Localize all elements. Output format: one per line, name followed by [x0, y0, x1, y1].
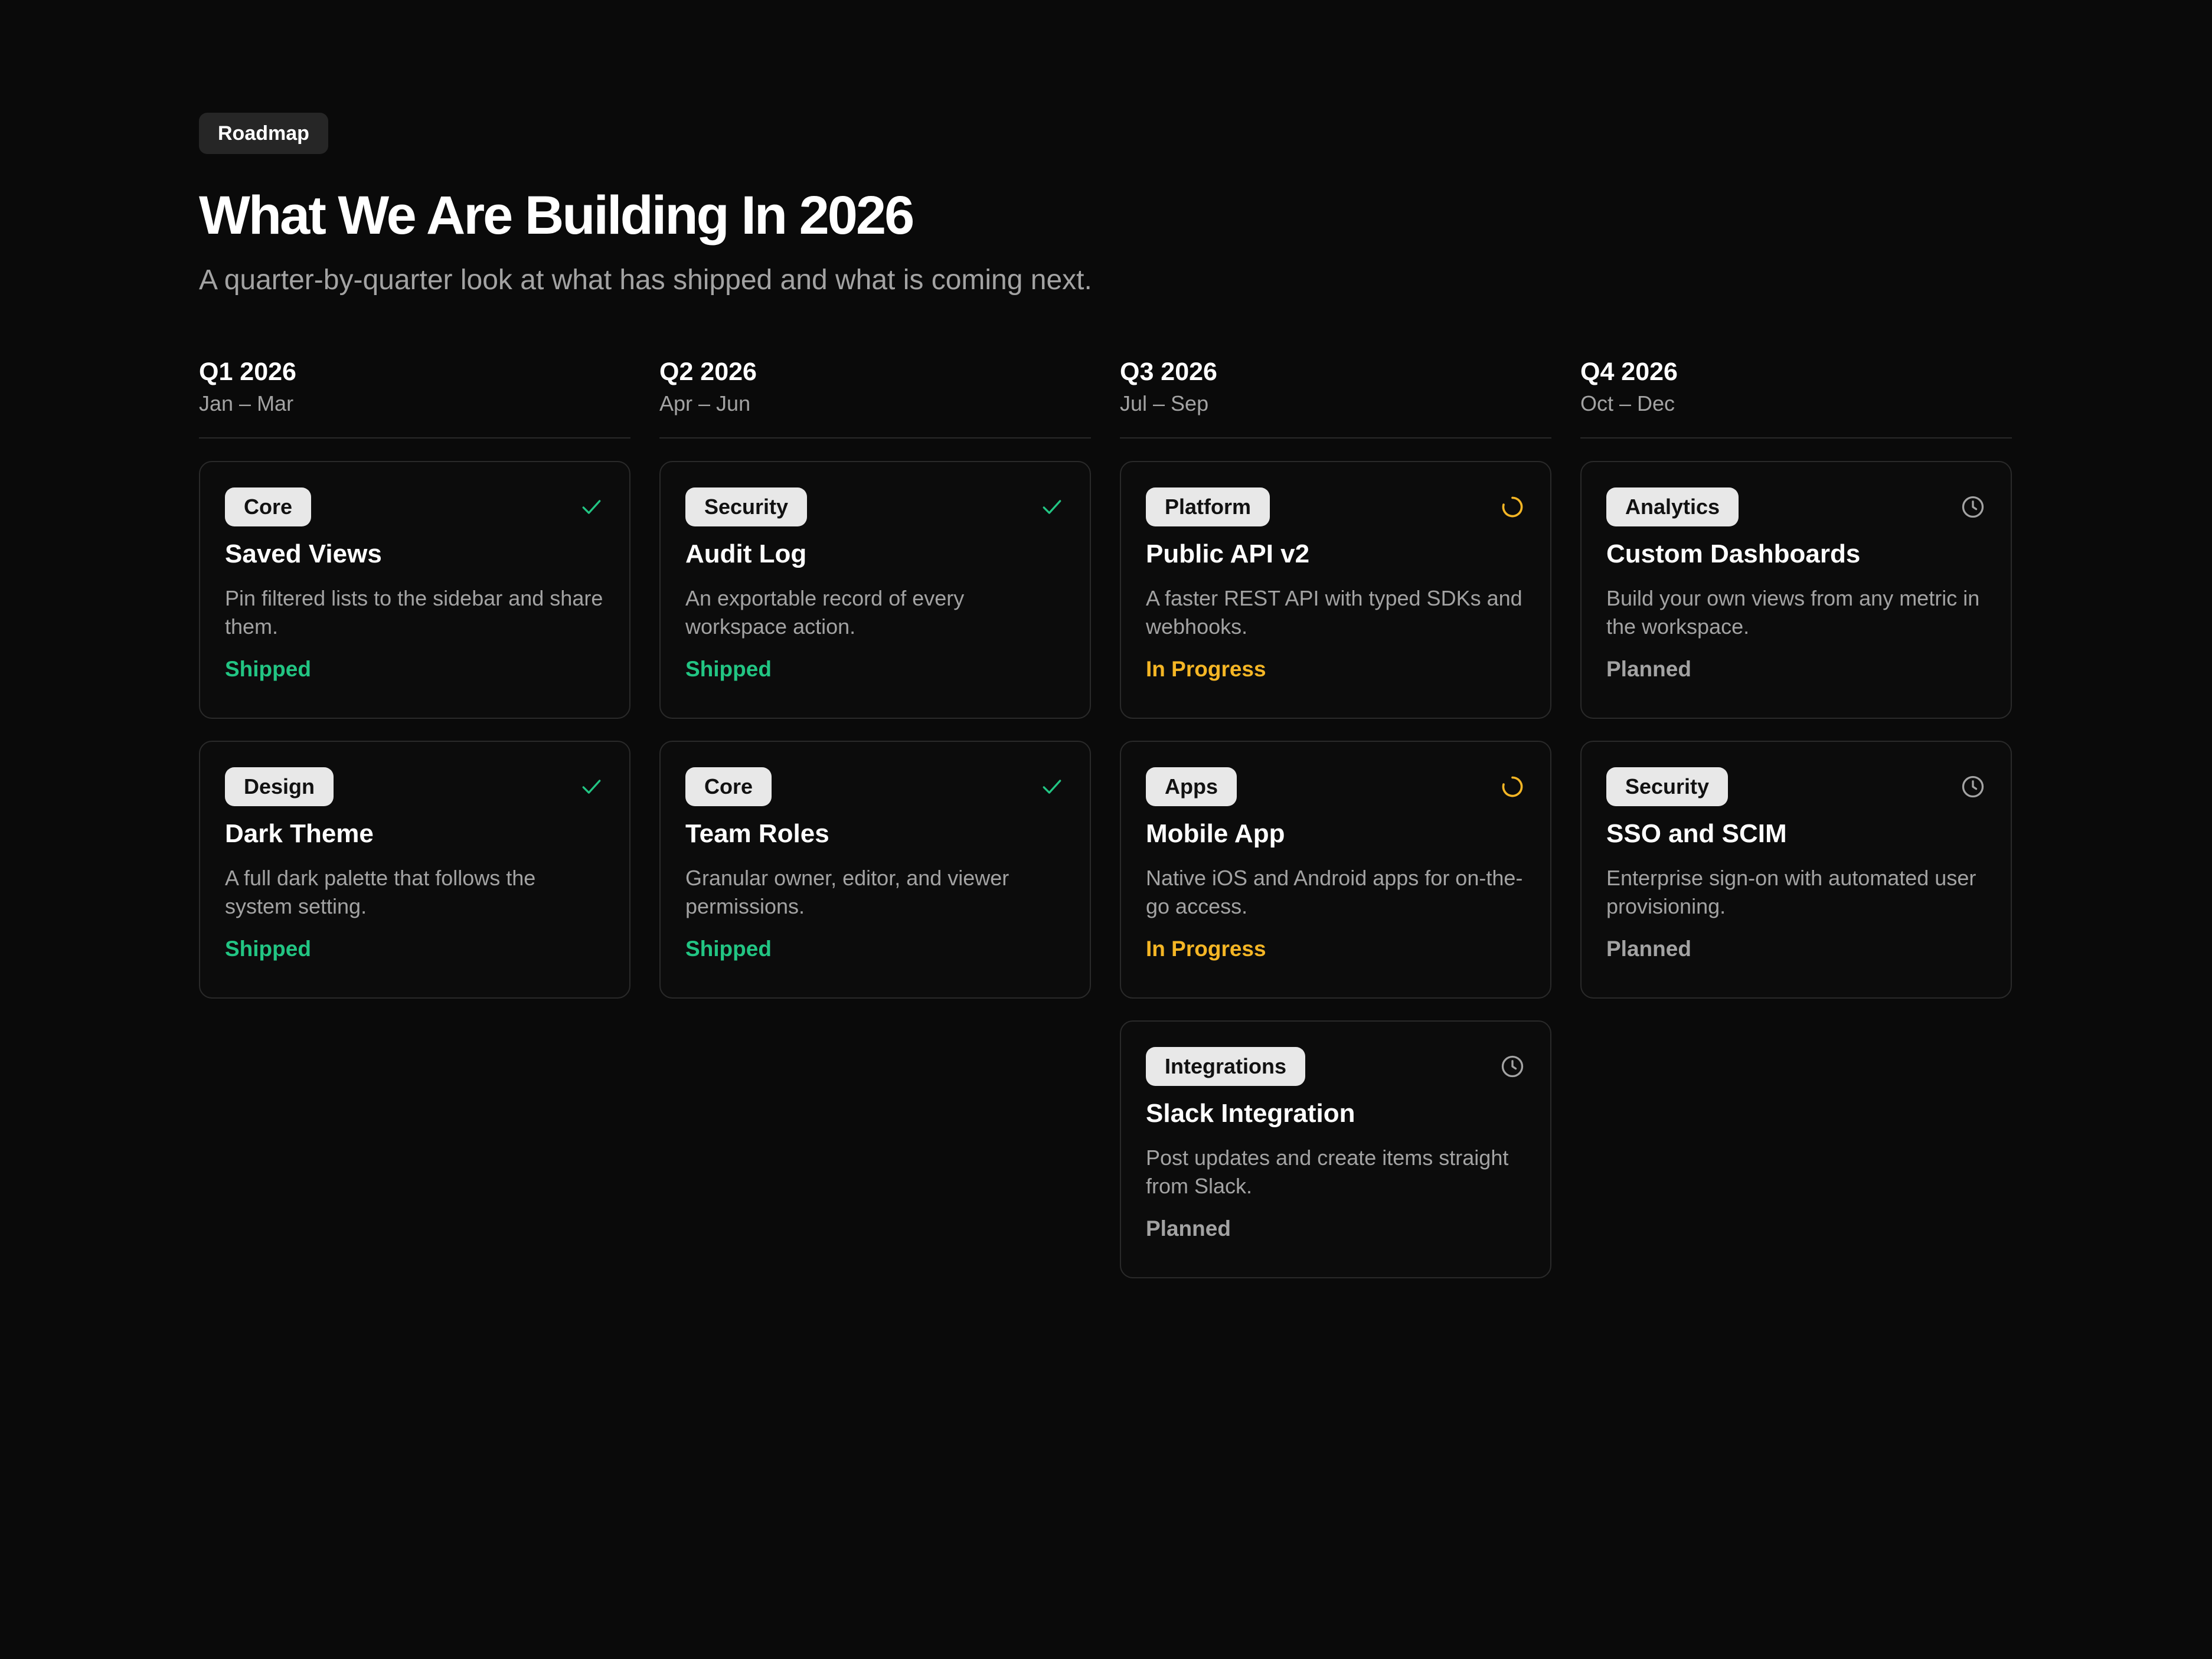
- column-q4-2026: Q4 2026 Oct – Dec Analytics Custom Dashboar…: [1580, 358, 2012, 1300]
- card-title: Audit Log: [685, 539, 807, 569]
- roadmap-card-audit-log[interactable]: Security Audit Log An exportable record of…: [659, 461, 1091, 719]
- column-q1-2026: Q1 2026 Jan – Mar Core Saved Views Pin filte…: [199, 358, 630, 1300]
- status-label: Planned: [1146, 1216, 1231, 1241]
- status-label: Shipped: [225, 936, 311, 961]
- card-description: Build your own views from any metric in …: [1606, 585, 1980, 639]
- category-tag: Security: [685, 487, 808, 527]
- column-q3-2026: Q3 2026 Jul – Sep Platform Public API v2 A f…: [1120, 358, 1551, 1300]
- card-title: Slack Integration: [1146, 1099, 1355, 1128]
- card-header: Integrations: [1146, 1046, 1525, 1087]
- card-description: Granular owner, editor, and viewer permi…: [685, 865, 1009, 918]
- roadmap-eyebrow-badge: Roadmap: [199, 113, 328, 154]
- status-label: In Progress: [1146, 656, 1266, 681]
- card-title: Saved Views: [225, 539, 382, 569]
- spinner-icon: [1499, 774, 1525, 800]
- roadmap-card-custom-dashboards[interactable]: Analytics Custom Dashboards Build your own…: [1580, 461, 2012, 719]
- card-title: Custom Dashboards: [1606, 539, 1861, 569]
- card-description: An exportable record of every workspace …: [685, 585, 965, 639]
- card-title: Mobile App: [1146, 819, 1285, 849]
- card-title: Dark Theme: [225, 819, 374, 849]
- card-title: Team Roles: [685, 819, 829, 849]
- category-tag: Design: [225, 767, 334, 807]
- column-date-range: Jul – Sep: [1120, 391, 1209, 416]
- column-quarter-label: Q4 2026: [1580, 358, 1678, 387]
- column-date-range: Apr – Jun: [659, 391, 751, 416]
- category-tag: Platform: [1146, 487, 1270, 527]
- card-header: Core: [685, 767, 1065, 807]
- card-header: Core: [225, 487, 605, 527]
- status-label: Planned: [1606, 936, 1691, 961]
- roadmap-page: Roadmap What We Are Building In 2026 A q…: [199, 113, 2012, 1300]
- check-icon: [1039, 494, 1065, 520]
- roadmap-card-sso-and-scim[interactable]: Security SSO and SCIM Enterprise sign-on w…: [1580, 741, 2012, 999]
- card-description: Native iOS and Android apps for on-the-g…: [1146, 865, 1523, 918]
- category-tag: Core: [685, 767, 772, 807]
- column-quarter-label: Q2 2026: [659, 358, 757, 387]
- column-q2-2026: Q2 2026 Apr – Jun Security Audit Log An expo…: [659, 358, 1091, 1300]
- quarter-columns: Q1 2026 Jan – Mar Core Saved Views Pin filte…: [199, 358, 2012, 1300]
- status-label: Shipped: [225, 656, 311, 681]
- column-quarter-label: Q3 2026: [1120, 358, 1217, 387]
- category-tag: Security: [1606, 767, 1729, 807]
- card-header: Apps: [1146, 767, 1525, 807]
- card-header: Security: [1606, 767, 1986, 807]
- category-tag: Core: [225, 487, 312, 527]
- column-header: Q2 2026 Apr – Jun: [659, 358, 1091, 439]
- card-description: Pin filtered lists to the sidebar and sh…: [225, 585, 603, 639]
- column-quarter-label: Q1 2026: [199, 358, 296, 387]
- card-title: Public API v2: [1146, 539, 1310, 569]
- category-tag: Analytics: [1606, 487, 1739, 527]
- roadmap-card-mobile-app[interactable]: Apps Mobile App Native iOS and Android app…: [1120, 741, 1551, 999]
- category-tag: Apps: [1146, 767, 1237, 807]
- clock-icon: [1960, 774, 1986, 800]
- card-description: A faster REST API with typed SDKs and we…: [1146, 585, 1522, 639]
- roadmap-card-team-roles[interactable]: Core Team Roles Granular owner, editor, an…: [659, 741, 1091, 999]
- category-tag: Integrations: [1146, 1047, 1306, 1087]
- card-description: Enterprise sign-on with automated user p…: [1606, 865, 1976, 918]
- roadmap-card-slack-integration[interactable]: Integrations Slack Integration Post update…: [1120, 1020, 1551, 1279]
- check-icon: [1039, 774, 1065, 800]
- roadmap-card-dark-theme[interactable]: Design Dark Theme A full dark palette that…: [199, 741, 630, 999]
- card-description: A full dark palette that follows the sys…: [225, 865, 536, 918]
- card-header: Design: [225, 767, 605, 807]
- status-label: Shipped: [685, 656, 772, 681]
- status-label: In Progress: [1146, 936, 1266, 961]
- clock-icon: [1960, 494, 1986, 520]
- card-description: Post updates and create items straight f…: [1146, 1145, 1509, 1198]
- check-icon: [579, 494, 605, 520]
- column-header: Q4 2026 Oct – Dec: [1580, 358, 2012, 439]
- column-header: Q1 2026 Jan – Mar: [199, 358, 630, 439]
- status-label: Shipped: [685, 936, 772, 961]
- column-date-range: Oct – Dec: [1580, 391, 1675, 416]
- card-header: Security: [685, 487, 1065, 527]
- status-label: Planned: [1606, 656, 1691, 681]
- column-date-range: Jan – Mar: [199, 391, 294, 416]
- page-title: What We Are Building In 2026: [199, 185, 914, 246]
- check-icon: [579, 774, 605, 800]
- spinner-icon: [1499, 494, 1525, 520]
- clock-icon: [1499, 1053, 1525, 1079]
- column-header: Q3 2026 Jul – Sep: [1120, 358, 1551, 439]
- page-subtitle: A quarter-by-quarter look at what has sh…: [199, 264, 1092, 296]
- roadmap-card-public-api-v2[interactable]: Platform Public API v2 A faster REST API w…: [1120, 461, 1551, 719]
- card-header: Analytics: [1606, 487, 1986, 527]
- roadmap-card-saved-views[interactable]: Core Saved Views Pin filtered lists to the…: [199, 461, 630, 719]
- card-title: SSO and SCIM: [1606, 819, 1787, 849]
- card-header: Platform: [1146, 487, 1525, 527]
